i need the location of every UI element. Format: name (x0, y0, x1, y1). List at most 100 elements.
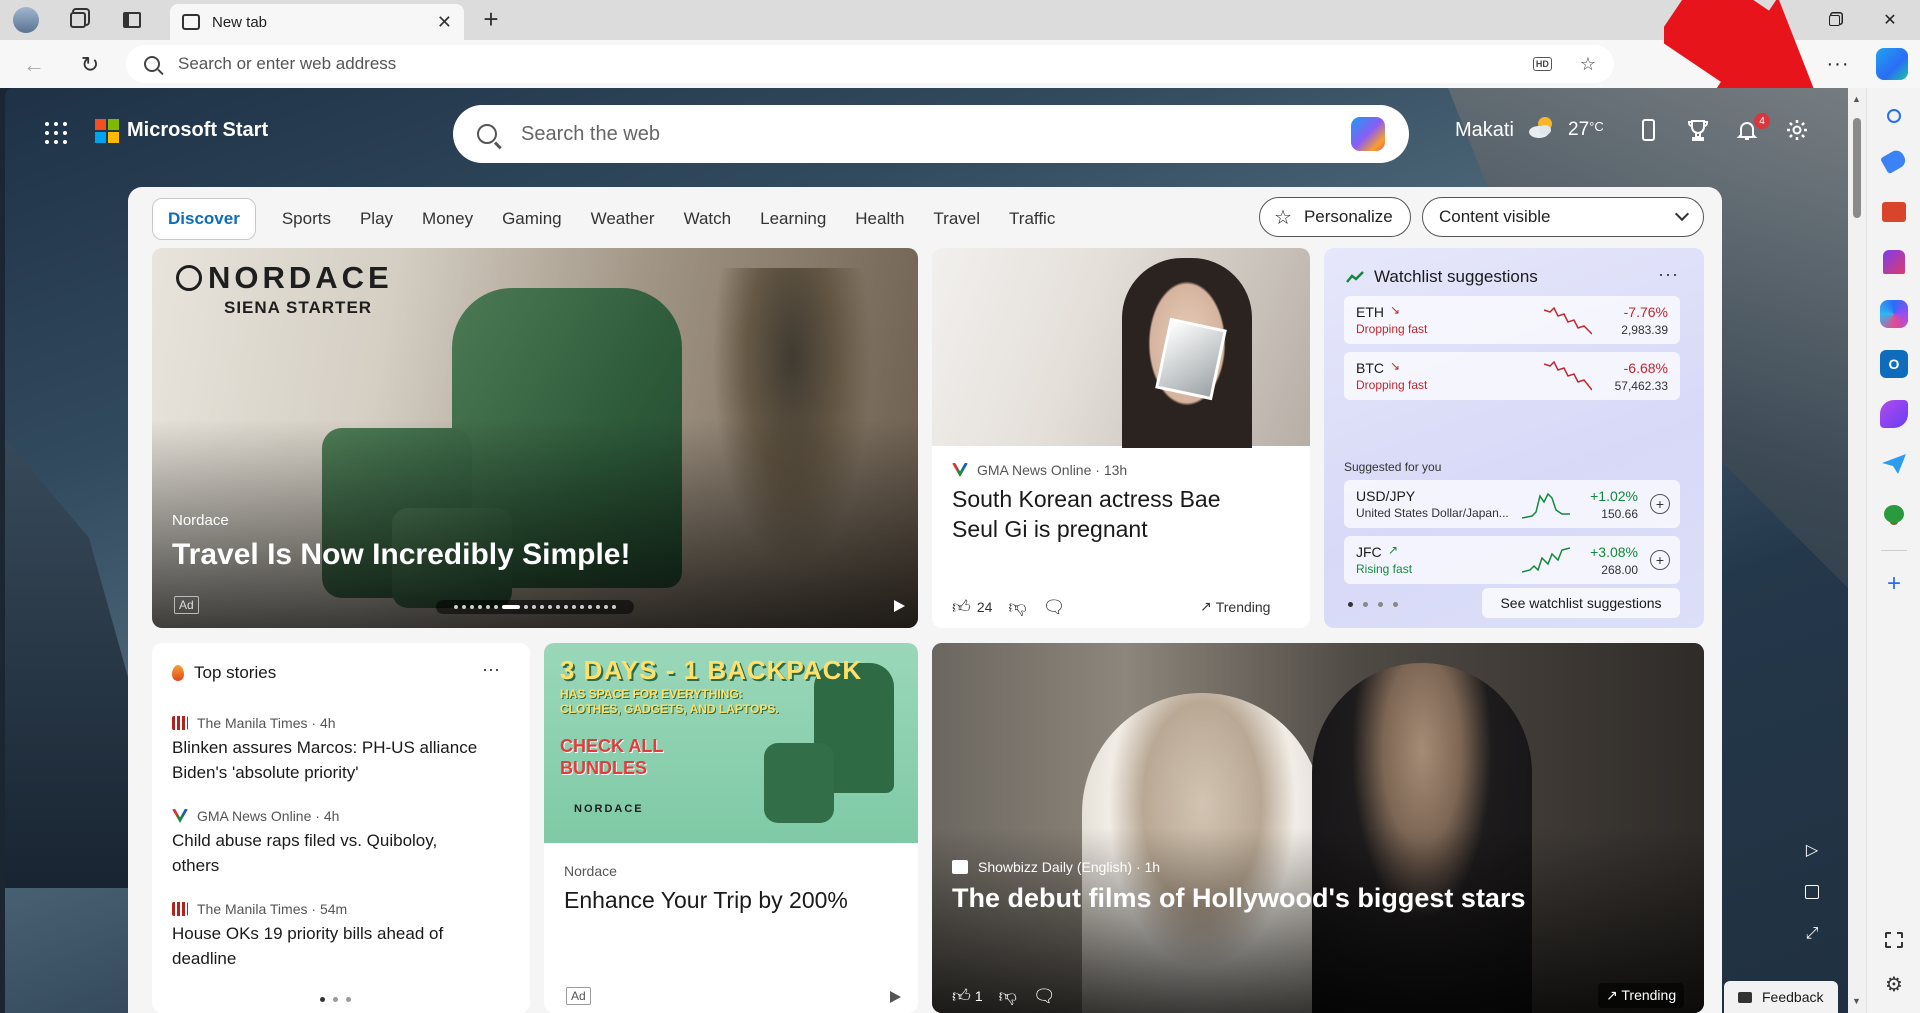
tab-traffic[interactable]: Traffic (1009, 209, 1055, 229)
tab-actions-icon[interactable] (118, 6, 146, 34)
games-icon[interactable] (1883, 250, 1905, 274)
thumbs-down-icon[interactable]: 👎︎ (999, 985, 1017, 1007)
copilot-search-icon[interactable] (1351, 117, 1385, 151)
screenshot-icon[interactable] (1880, 926, 1908, 954)
hd-video-icon[interactable]: HD (1532, 57, 1552, 71)
add-to-watchlist-icon[interactable]: + (1650, 550, 1670, 570)
ticker-price: 150.66 (1601, 507, 1638, 521)
ticker-desc: Dropping fast (1356, 322, 1428, 336)
featured-title[interactable]: The debut films of Hollywood's biggest s… (952, 883, 1525, 914)
personalize-button[interactable]: ☆ Personalize (1259, 197, 1411, 237)
content-visibility-dropdown[interactable]: Content visible (1422, 197, 1704, 237)
ticker-row-eth[interactable]: ETH ↘ Dropping fast -7.76% 2,983.39 (1344, 296, 1680, 344)
scroll-up-icon[interactable]: ▲ (1852, 94, 1861, 104)
page-settings-gear-icon[interactable] (1782, 115, 1812, 145)
tools-briefcase-icon[interactable] (1882, 202, 1906, 222)
close-tab-icon[interactable]: ✕ (437, 12, 452, 33)
new-tab-button[interactable]: + (476, 4, 506, 34)
featured-age: 1h (1144, 859, 1161, 875)
tab-new-tab[interactable]: New tab ✕ (170, 4, 464, 40)
designer-icon[interactable] (1880, 400, 1908, 428)
tab-gaming[interactable]: Gaming (502, 209, 562, 229)
tab-learning[interactable]: Learning (760, 209, 826, 229)
tab-health[interactable]: Health (855, 209, 904, 229)
see-watchlist-suggestions-button[interactable]: See watchlist suggestions (1482, 588, 1680, 618)
outlook-icon[interactable]: O (1880, 350, 1908, 378)
add-to-watchlist-icon[interactable]: + (1650, 494, 1670, 514)
source-name: Showbizz Daily (English) (978, 859, 1133, 875)
microsoft-365-icon[interactable] (1880, 300, 1908, 328)
carousel-pager[interactable] (436, 600, 634, 614)
tree-icon[interactable] (1880, 500, 1908, 528)
trending-badge: ↗ Trending (1598, 983, 1685, 1008)
top-stories-more-button[interactable]: ··· (482, 659, 500, 680)
sparkline (1522, 492, 1570, 519)
ticker-row-usdjpy[interactable]: USD/JPY United States Dollar/Japan... +1… (1344, 480, 1680, 528)
weather-location[interactable]: Makati (1455, 119, 1514, 142)
thumbs-up-icon[interactable]: 👍︎ (952, 596, 971, 618)
rewards-trophy-icon[interactable] (1683, 115, 1713, 145)
profile-avatar-icon[interactable] (12, 6, 40, 34)
ticker-row-jfc[interactable]: JFC ↗ Rising fast +3.08% 268.00 + (1344, 536, 1680, 584)
search-icon[interactable] (1880, 102, 1908, 130)
tab-travel[interactable]: Travel (933, 209, 980, 229)
back-arrow-icon[interactable]: ← (18, 49, 50, 81)
hero-ad-card[interactable]: NORDACE SIENA STARTER Nordace Travel Is … (152, 248, 918, 628)
close-window-icon[interactable]: ✕ (1870, 6, 1910, 34)
shopping-tag-icon[interactable] (1879, 147, 1909, 175)
play-icon[interactable] (890, 991, 901, 1003)
background-image-icon[interactable] (1800, 880, 1824, 904)
page-scrollbar[interactable]: ▲ ▼ (1848, 88, 1866, 1013)
story-title[interactable]: Blinken assures Marcos: PH-US alliance B… (172, 735, 502, 785)
microsoft-start-title[interactable]: Microsoft Start (127, 119, 268, 142)
expand-icon[interactable]: ⤢ (1800, 922, 1824, 946)
watchlist-more-button[interactable]: ··· (1658, 264, 1679, 285)
refresh-icon[interactable]: ↻ (74, 49, 106, 81)
web-search-box[interactable]: Search the web (453, 105, 1409, 163)
web-search-placeholder[interactable]: Search the web (521, 123, 660, 146)
hero-title[interactable]: Travel Is Now Incredibly Simple! (172, 538, 630, 572)
thumbs-up-icon[interactable]: 👍︎ (952, 985, 971, 1007)
thumbs-down-icon[interactable]: 👎︎ (1008, 596, 1026, 618)
watchlist-title: Watchlist suggestions (1346, 267, 1538, 287)
tab-watch[interactable]: Watch (684, 209, 732, 229)
favorite-star-icon[interactable]: ☆ (1580, 54, 1596, 75)
copilot-icon[interactable] (1876, 48, 1908, 80)
mobile-phone-icon[interactable] (1633, 115, 1663, 145)
tab-weather[interactable]: Weather (591, 209, 655, 229)
send-paper-plane-icon[interactable] (1880, 450, 1908, 478)
tab-play[interactable]: Play (360, 209, 393, 229)
story-title[interactable]: Child abuse raps filed vs. Quiboloy, oth… (172, 828, 452, 878)
scroll-down-icon[interactable]: ▼ (1852, 996, 1861, 1006)
address-placeholder[interactable]: Search or enter web address (178, 54, 396, 74)
ticker-row-btc[interactable]: BTC ↘ Dropping fast -6.68% 57,462.33 (1344, 352, 1680, 400)
down-trend-icon: ↘ (1390, 303, 1401, 317)
stories-pager[interactable] (320, 997, 351, 1002)
play-icon[interactable] (894, 600, 905, 612)
news-title[interactable]: South Korean actress Bae Seul Gi is preg… (952, 484, 1252, 544)
address-bar[interactable]: Search or enter web address HD ☆ (126, 45, 1614, 83)
add-icon[interactable]: + (1880, 570, 1908, 598)
news-card[interactable]: GMA News Online · 13h South Korean actre… (932, 248, 1310, 628)
tab-discover[interactable]: Discover (152, 198, 256, 240)
scrollbar-thumb[interactable] (1853, 118, 1861, 218)
watchlist-pager[interactable] (1348, 602, 1398, 607)
comment-icon[interactable]: 🗨︎ (1033, 986, 1056, 1007)
featured-story-card[interactable]: Showbizz Daily (English) · 1h The debut … (932, 643, 1704, 1013)
tab-sports[interactable]: Sports (282, 209, 331, 229)
feedback-button[interactable]: Feedback (1724, 981, 1838, 1013)
weather-temperature[interactable]: 27°C (1568, 119, 1604, 141)
sidebar-settings-gear-icon[interactable]: ⚙ (1880, 970, 1908, 998)
ad-card[interactable]: 3 DAYS - 1 BACKPACK HAS SPACE FOR EVERYT… (544, 643, 918, 1013)
play-slideshow-icon[interactable]: ▷ (1800, 838, 1824, 862)
personalize-label: Personalize (1303, 207, 1393, 226)
story-title[interactable]: House OKs 19 priority bills ahead of dea… (172, 921, 472, 971)
top-stories-header: Top stories (172, 663, 276, 683)
workspaces-icon[interactable] (64, 6, 92, 34)
ad-title[interactable]: Enhance Your Trip by 200% (564, 887, 848, 914)
story-age: 54m (319, 901, 348, 917)
tab-money[interactable]: Money (422, 209, 473, 229)
app-launcher-icon[interactable] (45, 122, 67, 144)
comment-icon[interactable]: 🗨︎ (1043, 597, 1066, 618)
sidebar-divider (1881, 550, 1907, 551)
